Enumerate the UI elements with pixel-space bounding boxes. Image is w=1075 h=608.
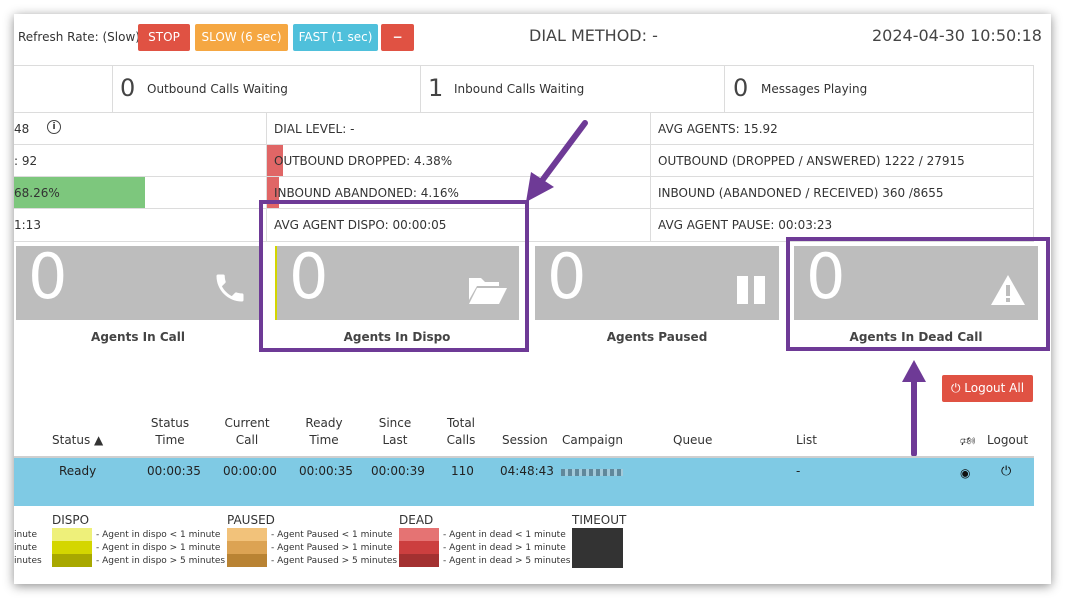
- legend-dispo-swatch-2: [52, 541, 92, 554]
- legend-dead-title: DEAD: [399, 513, 434, 527]
- legend-paused-item-1: - Agent Paused < 1 minute: [271, 530, 393, 540]
- col-header-session[interactable]: Session: [502, 432, 548, 449]
- legend-dispo-title: DISPO: [52, 513, 90, 527]
- row-campaign-redacted: [561, 469, 623, 476]
- col-header-total-calls[interactable]: Total Calls: [438, 415, 484, 449]
- row-ready-time: 00:00:35: [299, 464, 353, 478]
- col-header-status[interactable]: Status ▲: [52, 432, 103, 449]
- col-header-since-last[interactable]: Since Last: [369, 415, 421, 449]
- legend-fragment-3: inutes: [14, 556, 42, 566]
- row-current-call: 00:00:00: [223, 464, 277, 478]
- legend-paused-swatch-3: [227, 554, 267, 567]
- col-header-queue[interactable]: Queue: [673, 432, 712, 449]
- col-header-list[interactable]: List: [796, 432, 817, 449]
- legend-timeout-swatch: [572, 528, 623, 568]
- legend-dead-item-1: - Agent in dead < 1 minute: [443, 530, 566, 540]
- col-header-status-time[interactable]: Status Time: [144, 415, 196, 449]
- legend-paused-swatch-2: [227, 541, 267, 554]
- legend-dead-item-3: - Agent in dead > 5 minutes: [443, 556, 571, 566]
- legend-dead-swatch-2: [399, 541, 439, 554]
- legend-dead-item-2: - Agent in dead > 1 minute: [443, 543, 566, 553]
- legend-dead-swatch-1: [399, 528, 439, 541]
- legend-paused-item-2: - Agent Paused > 1 minute: [271, 543, 393, 553]
- row-status: Ready: [59, 464, 97, 478]
- col-header-logout[interactable]: Logout: [987, 432, 1028, 449]
- row-list: -: [796, 464, 801, 478]
- legend-dispo-swatch-3: [52, 554, 92, 567]
- row-status-time: 00:00:35: [147, 464, 201, 478]
- row-session: 04:48:43: [500, 464, 554, 478]
- legend-timeout-title: TIMEOUT: [572, 513, 627, 527]
- legend-paused-item-3: - Agent Paused > 5 minutes: [271, 556, 398, 566]
- legend-fragment-2: inute: [14, 543, 37, 553]
- col-header-ready-time[interactable]: Ready Time: [296, 415, 352, 449]
- row-since-last: 00:00:39: [371, 464, 425, 478]
- legend-dispo-item-2: - Agent in dispo > 1 minute: [96, 543, 221, 553]
- legend-fragment-1: inute: [14, 530, 37, 540]
- row-total-calls: 110: [451, 464, 474, 478]
- legend-paused-swatch-1: [227, 528, 267, 541]
- dashboard-window: Refresh Rate: (Slow) STOP SLOW (6 sec) F…: [14, 14, 1051, 584]
- logout-all-button[interactable]: ⏻ Logout All: [942, 375, 1033, 402]
- logout-power-icon[interactable]: ⏻: [1001, 464, 1011, 479]
- power-icon: ⏻: [950, 381, 961, 395]
- legend-dispo-item-3: - Agent in dispo > 5 minutes: [96, 556, 226, 566]
- legend-dispo-item-1: - Agent in dispo < 1 minute: [96, 530, 221, 540]
- legend-dispo-swatch-1: [52, 528, 92, 541]
- megaphone-icon: 🕬: [960, 434, 976, 448]
- legend-dead-swatch-3: [399, 554, 439, 567]
- col-header-campaign[interactable]: Campaign: [562, 432, 623, 449]
- legend-paused-title: PAUSED: [227, 513, 275, 527]
- eye-icon[interactable]: ◉: [960, 466, 970, 480]
- col-header-current-call[interactable]: Current Call: [219, 415, 275, 449]
- logout-all-label: Logout All: [964, 381, 1025, 395]
